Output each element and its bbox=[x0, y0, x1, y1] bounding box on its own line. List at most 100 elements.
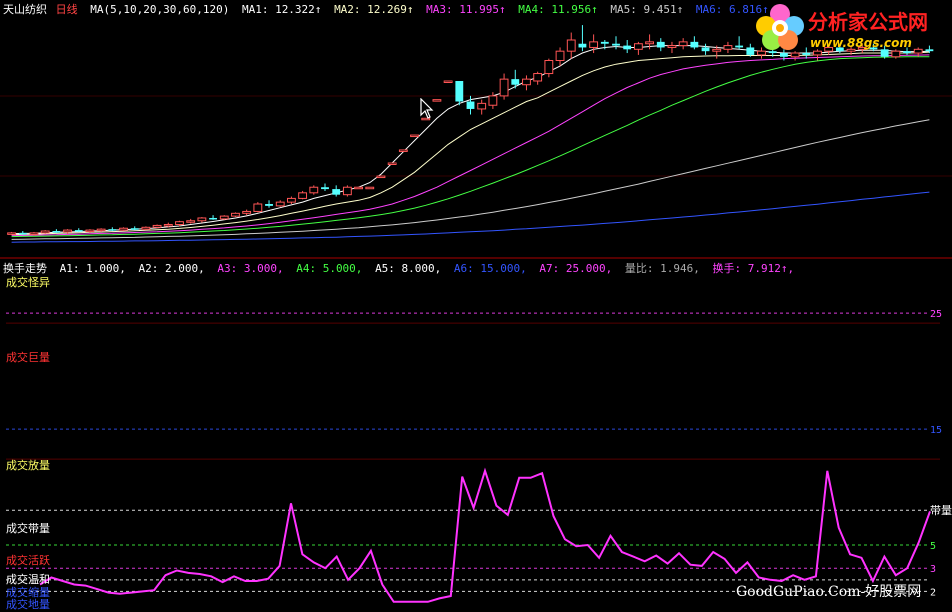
candle-body bbox=[231, 212, 240, 217]
a2-value: A2: 2.000, bbox=[138, 262, 205, 275]
candle-body bbox=[40, 230, 50, 234]
candle-body bbox=[735, 45, 744, 48]
candle-body bbox=[96, 228, 106, 232]
ma3-value: MA3: 11.995↑ bbox=[426, 3, 506, 16]
zone-label-guaiyi: 成交怪异 bbox=[6, 276, 50, 289]
candle-body bbox=[309, 186, 319, 194]
logo-url: www.88gs.com bbox=[810, 36, 912, 50]
candle-body bbox=[163, 224, 173, 227]
candle-body bbox=[667, 45, 677, 48]
candle-body bbox=[242, 210, 252, 214]
candle-body bbox=[712, 48, 722, 52]
candle-body bbox=[18, 232, 27, 235]
candle-body bbox=[511, 79, 520, 85]
a5-value: A5: 8.000, bbox=[375, 262, 442, 275]
candle-body bbox=[175, 221, 184, 225]
candle-body bbox=[63, 229, 72, 233]
a3-value: A3: 3.000, bbox=[217, 262, 284, 275]
period-label[interactable]: 日线 bbox=[56, 3, 78, 16]
candle-body bbox=[600, 41, 609, 44]
a4-value: A4: 5.000, bbox=[296, 262, 363, 275]
candle-body bbox=[589, 41, 599, 48]
candle-body bbox=[612, 43, 620, 46]
ma-line-6 bbox=[11, 191, 930, 243]
candle-body bbox=[29, 232, 39, 235]
ma1-value: MA1: 12.322↑ bbox=[241, 3, 322, 16]
candle-body bbox=[522, 78, 531, 86]
zone-label-fangliang: 成交放量 bbox=[6, 459, 50, 472]
turnover-value: 换手: 7.912↑, bbox=[712, 262, 795, 275]
candle-body bbox=[690, 41, 699, 48]
candle-body bbox=[410, 134, 419, 138]
candle-body bbox=[141, 226, 151, 230]
y-tick-label: 5 bbox=[930, 541, 936, 552]
candle-body bbox=[555, 50, 565, 62]
ma-line-5 bbox=[11, 119, 930, 240]
candle-body bbox=[275, 201, 285, 207]
candle-body bbox=[332, 189, 341, 195]
candle-body bbox=[286, 197, 296, 203]
candle-body bbox=[52, 231, 61, 233]
candle-body bbox=[365, 186, 375, 190]
candle-body bbox=[656, 41, 665, 48]
candle-body bbox=[354, 186, 363, 190]
ma4-value: MA4: 11.956↑ bbox=[518, 3, 598, 16]
volume-ratio-value: 量比: 1.946, bbox=[624, 262, 700, 275]
candle-body bbox=[398, 149, 408, 152]
candle-body bbox=[197, 217, 207, 222]
zone-label-huoyue: 成交活跃 bbox=[6, 554, 50, 567]
candle-body bbox=[455, 81, 464, 102]
indicator-header: 换手走势 A1: 1.000, A2: 2.000, A3: 3.000, A4… bbox=[3, 262, 800, 275]
candle-body bbox=[645, 41, 655, 45]
a1-value: A1: 1.000, bbox=[59, 262, 126, 275]
candle-body bbox=[219, 215, 229, 220]
site-logo[interactable]: 分析家公式网 www.88gs.com bbox=[752, 2, 948, 54]
candle-body bbox=[298, 192, 308, 199]
candle-body bbox=[7, 232, 17, 235]
y-tick-label: 3 bbox=[930, 564, 936, 575]
candle-body bbox=[209, 217, 217, 220]
candle-body bbox=[488, 95, 498, 106]
candle-body bbox=[265, 204, 273, 206]
candle-body bbox=[253, 203, 263, 212]
candle-body bbox=[387, 162, 397, 165]
candle-body bbox=[376, 175, 386, 179]
y-tick-label: 15 bbox=[930, 425, 942, 436]
candle-body bbox=[321, 187, 329, 190]
y-tick-label: 2 bbox=[930, 587, 936, 598]
ma-line-1 bbox=[11, 45, 930, 235]
ma-line-4 bbox=[11, 56, 930, 238]
a6-value: A6: 15.000, bbox=[453, 262, 527, 275]
candle-body bbox=[186, 220, 196, 223]
candle-body bbox=[466, 101, 475, 109]
candle-body bbox=[723, 45, 733, 50]
zone-label-juliang: 成交巨量 bbox=[6, 351, 50, 364]
candle-body bbox=[633, 43, 643, 50]
ma-params: MA(5,10,20,30,60,120) bbox=[90, 3, 230, 16]
kline-header: 天山纺织 日线 MA(5,10,20,30,60,120) MA1: 12.32… bbox=[3, 3, 775, 16]
ma2-value: MA2: 12.269↑ bbox=[334, 3, 414, 16]
candle-body bbox=[108, 229, 117, 231]
candle-body bbox=[533, 73, 543, 82]
candle-body bbox=[499, 78, 509, 97]
candle-body bbox=[443, 80, 453, 83]
a7-value: A7: 25.000, bbox=[539, 262, 613, 275]
stock-name[interactable]: 天山纺织 bbox=[3, 3, 47, 16]
candle-body bbox=[566, 39, 576, 52]
y-tick-label: 25 bbox=[930, 309, 942, 320]
candle-body bbox=[432, 99, 442, 102]
candle-body bbox=[678, 41, 688, 47]
chart-canvas: 25 15 5 3 2 bbox=[0, 25, 952, 603]
candle-body bbox=[74, 230, 83, 232]
candle-body bbox=[578, 43, 587, 48]
candle-body bbox=[477, 102, 487, 110]
right-tag-dailiang: 带量 bbox=[930, 504, 952, 517]
candle-body bbox=[701, 47, 710, 52]
candle-body bbox=[623, 45, 632, 50]
flower-icon bbox=[756, 4, 804, 50]
candle-body bbox=[544, 60, 554, 75]
logo-text: 分析家公式网 bbox=[808, 10, 928, 34]
candle-body bbox=[85, 229, 95, 233]
zone-label-dailiang: 成交带量 bbox=[6, 522, 50, 535]
watermark: GoodGuPiao.Com-好股票网 bbox=[736, 584, 922, 600]
